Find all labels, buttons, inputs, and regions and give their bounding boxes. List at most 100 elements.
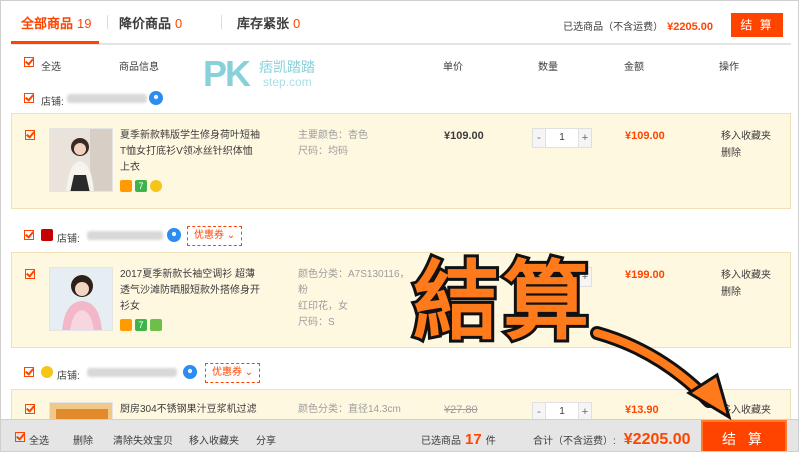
checkout-bar: 全选 删除 清除失效宝贝 移入收藏夹 分享 已选商品 17 件 合计（不含运费）: ¥…	[1, 419, 798, 451]
selected-label: 已选商品	[421, 436, 461, 447]
product-thumbnail[interactable]	[49, 128, 113, 192]
shop-label: 店铺:	[41, 97, 64, 108]
tab-divider	[107, 15, 108, 29]
guarantee-icon	[150, 319, 162, 331]
tab-all-items[interactable]: 全部商品 19	[21, 13, 91, 32]
shop-checkbox[interactable]	[24, 230, 34, 240]
top-checkout-button[interactable]: 结 算	[731, 13, 783, 37]
unit-price: ¥109.00	[444, 130, 484, 142]
shop-name-blurred	[67, 94, 147, 103]
tab-all-count: 19	[77, 16, 92, 31]
overlay-annotation-text: 結算	[410, 254, 593, 350]
service-badges: 7	[120, 180, 165, 194]
product-title-link[interactable]: 2017夏季新款长袖空调衫 超薄透气沙滩防晒服短款外搭修身开衫女	[120, 267, 260, 315]
selected-unit: 件	[485, 436, 496, 447]
total-summary: 合计（不含运费）: ¥2205.00	[533, 431, 691, 449]
item-checkbox[interactable]	[25, 269, 35, 279]
watermark-site: step.com	[263, 75, 312, 89]
shop-checkbox[interactable]	[24, 367, 34, 377]
column-header: 全选 商品信息 单价 数量 金额 操作	[11, 51, 791, 75]
tab-divider	[221, 15, 222, 29]
tab-low-stock[interactable]: 库存紧张 0	[237, 13, 300, 32]
bulb-icon	[150, 180, 162, 192]
clear-invalid-link[interactable]: 清除失效宝贝	[113, 432, 173, 447]
quantity-stepper: - 1 +	[532, 128, 592, 148]
shop-name-blurred	[87, 368, 177, 377]
bottom-select-all-checkbox[interactable]	[15, 432, 25, 442]
checkout-button[interactable]: 结 算	[701, 420, 787, 451]
wangwang-chat-icon[interactable]: ☻	[183, 365, 197, 379]
shop-row: 店铺: ☻	[11, 89, 791, 109]
shop-label: 店铺:	[57, 234, 80, 245]
share-link[interactable]: 分享	[256, 432, 276, 447]
header-quantity: 数量	[538, 62, 558, 73]
top-summary-amount: ¥2205.00	[667, 21, 713, 33]
item-checkbox[interactable]	[25, 404, 35, 414]
selected-count-summary: 已选商品 17 件	[421, 431, 496, 448]
wangwang-chat-icon[interactable]: ☻	[167, 228, 181, 242]
select-all-checkbox[interactable]	[24, 57, 34, 67]
seven-day-return-icon: 7	[135, 319, 147, 331]
item-amount: ¥13.90	[625, 404, 659, 416]
cart-item: 2017夏季新款长袖空调衫 超薄透气沙滩防晒服短款外搭修身开衫女 7 颜色分类：…	[11, 252, 791, 348]
credit-card-icon	[120, 319, 132, 331]
move-to-favorites-link[interactable]: 移入收藏夹	[721, 128, 771, 145]
header-product-info: 商品信息	[119, 62, 159, 73]
unit-price: ¥27.80	[444, 404, 478, 416]
coupon-button[interactable]: 优惠券 ⌄	[205, 363, 261, 383]
quantity-decrease-button[interactable]: -	[532, 128, 546, 148]
service-badges: 7	[120, 319, 165, 333]
item-operations: 移入收藏夹 删除	[721, 267, 771, 301]
tab-drop-label: 降价商品	[119, 16, 172, 31]
shop-label: 店铺:	[57, 371, 80, 382]
tab-drop-count: 0	[175, 16, 183, 31]
credit-card-icon	[120, 180, 132, 192]
sku-info: 主要颜色：杏色 尺码：均码	[298, 128, 413, 160]
selected-count: 17	[465, 431, 482, 448]
cart-item: 夏季新款韩版学生修身荷叶短袖T恤女打底衫V领冰丝针织体恤上衣 7 主要颜色：杏色…	[11, 113, 791, 209]
wangwang-chat-icon[interactable]: ☻	[149, 91, 163, 105]
product-thumbnail[interactable]	[49, 267, 113, 331]
bottom-move-favorites-link[interactable]: 移入收藏夹	[189, 432, 239, 447]
sku-info: 颜色分类：A7S130116，粉 红印花，女 尺码：S	[298, 267, 413, 331]
total-label: 合计（不含运费）:	[533, 436, 616, 447]
item-amount: ¥109.00	[625, 130, 665, 142]
header-unit-price: 单价	[443, 62, 463, 73]
tab-all-label: 全部商品	[21, 16, 74, 31]
tab-price-drop[interactable]: 降价商品 0	[119, 13, 182, 32]
sku-color-cont: 红印花，女	[298, 301, 348, 312]
tab-stock-count: 0	[293, 16, 301, 31]
sku-color: 颜色分类：A7S130116，粉	[298, 269, 410, 296]
delete-item-link[interactable]: 删除	[721, 145, 771, 162]
quantity-increase-button[interactable]: +	[578, 128, 592, 148]
header-operation: 操作	[719, 62, 739, 73]
item-operations: 移入收藏夹	[721, 402, 771, 419]
item-operations: 移入收藏夹 删除	[721, 128, 771, 162]
shop-name-blurred	[87, 231, 163, 240]
item-checkbox[interactable]	[25, 130, 35, 140]
quantity-input[interactable]: 1	[546, 128, 578, 148]
coupon-button[interactable]: 优惠券 ⌄	[187, 226, 243, 246]
sku-size: 尺码：均码	[298, 146, 348, 157]
delete-item-link[interactable]: 删除	[721, 284, 771, 301]
bottom-delete-link[interactable]: 删除	[73, 432, 93, 447]
select-all-label: 全选	[41, 62, 61, 73]
sku-size: 尺码：S	[298, 317, 335, 328]
crown-shop-icon	[41, 366, 53, 378]
watermark-name: 痞凯踏踏	[259, 59, 315, 75]
tab-stock-label: 库存紧张	[237, 16, 290, 31]
total-amount: ¥2205.00	[623, 431, 691, 448]
cart-page: 全部商品 19 降价商品 0 库存紧张 0 已选商品（不含运费） ¥2205.00 结 …	[0, 0, 799, 452]
move-to-favorites-link[interactable]: 移入收藏夹	[721, 267, 771, 284]
item-amount: ¥199.00	[625, 269, 665, 281]
bottom-select-all-label[interactable]: 全选	[29, 432, 49, 447]
product-title-link[interactable]: 夏季新款韩版学生修身荷叶短袖T恤女打底衫V领冰丝针织体恤上衣	[120, 128, 260, 176]
seven-day-return-icon: 7	[135, 180, 147, 192]
shop-checkbox[interactable]	[24, 93, 34, 103]
move-to-favorites-link[interactable]: 移入收藏夹	[721, 402, 771, 419]
active-tab-underline	[11, 41, 99, 44]
cart-tabs: 全部商品 19 降价商品 0 库存紧张 0 已选商品（不含运费） ¥2205.00 结 …	[11, 1, 791, 45]
shop-row: 店铺: ☻ 优惠券 ⌄	[11, 226, 791, 246]
header-amount: 金额	[624, 62, 644, 73]
tmall-shop-icon	[41, 229, 53, 241]
